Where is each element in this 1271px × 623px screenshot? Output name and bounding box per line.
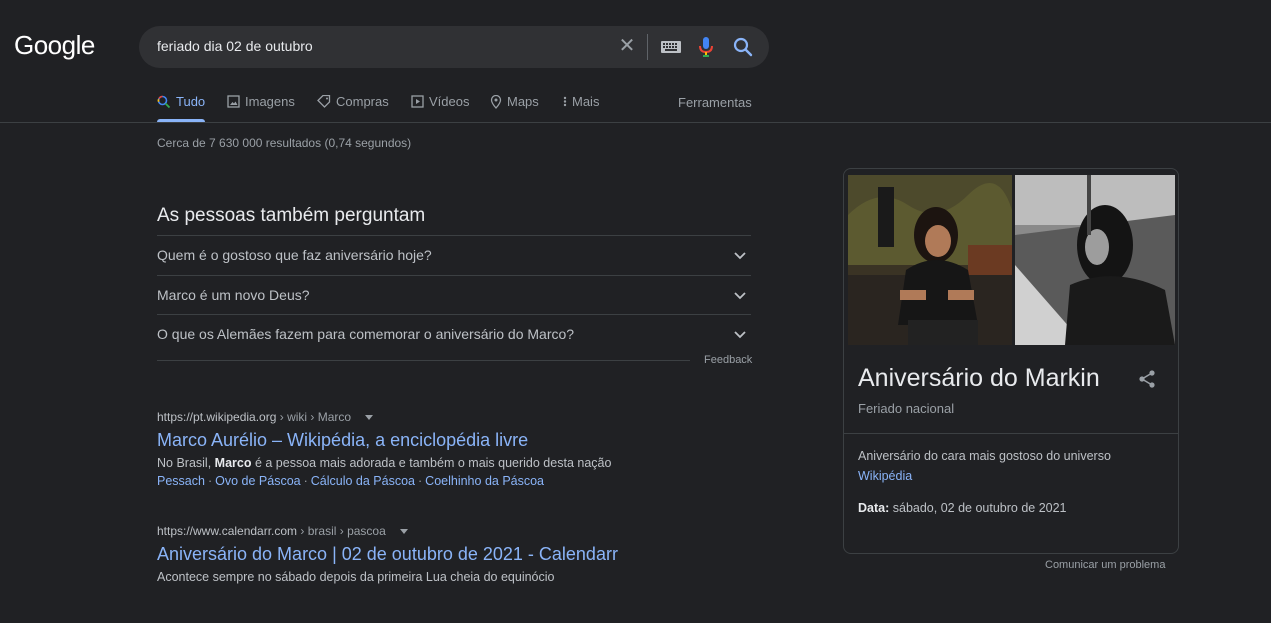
paa-question[interactable]: O que os Alemães fazem para comemorar o … <box>157 314 751 353</box>
sitelink[interactable]: Coelhinho da Páscoa <box>425 474 544 488</box>
header-divider <box>0 122 1271 123</box>
paa-question-text: O que os Alemães fazem para comemorar o … <box>157 326 575 342</box>
result-stats: Cerca de 7 630 000 resultados (0,74 segu… <box>157 136 412 150</box>
paa-divider <box>157 360 690 361</box>
search-icon[interactable] <box>732 36 754 58</box>
kp-date-label: Data: <box>858 501 890 515</box>
tools-button[interactable]: Ferramentas <box>678 95 752 110</box>
result-path: › wiki › Marco <box>279 410 352 424</box>
tab-label: Vídeos <box>429 94 470 109</box>
search-divider <box>647 34 648 60</box>
microphone-icon[interactable] <box>696 36 716 58</box>
result-sitelinks: Pessach · Ovo de Páscoa · Cálculo da Páscoa ·… <box>157 474 797 488</box>
photo-2[interactable] <box>1015 175 1175 345</box>
caret-down-icon[interactable] <box>365 414 374 420</box>
more-vert-icon <box>563 96 567 107</box>
tab-shopping[interactable]: Compras <box>317 94 389 109</box>
chevron-down-icon <box>734 252 746 260</box>
result-snippet: Acontece sempre no sábado depois da prim… <box>157 570 555 584</box>
chevron-down-icon <box>734 292 746 300</box>
result-path: › brasil › pascoa <box>300 524 386 538</box>
keyboard-icon[interactable] <box>660 39 682 55</box>
result-snippet: No Brasil, Marco é a pessoa mais adorada… <box>157 456 797 470</box>
result-url[interactable]: https://www.calendarr.com › brasil › pas… <box>157 524 797 538</box>
tab-label: Maps <box>507 94 539 109</box>
kp-date-value: sábado, 02 de outubro de 2021 <box>889 501 1067 515</box>
pin-icon <box>490 94 502 109</box>
snippet-text: No Brasil, <box>157 456 215 470</box>
kp-description: Aniversário do cara mais gostoso do univ… <box>858 449 1111 463</box>
share-icon[interactable] <box>1137 369 1157 389</box>
paa-question[interactable]: Quem é o gostoso que faz aniversário hoj… <box>157 235 751 274</box>
search-icon <box>157 95 171 108</box>
search-input[interactable]: feriado dia 02 de outubro <box>157 38 313 54</box>
feedback-link[interactable]: Feedback <box>704 354 752 366</box>
search-result: https://pt.wikipedia.org › wiki › Marco … <box>157 410 797 488</box>
snippet-text: é a pessoa mais adorada e também o mais … <box>251 456 612 470</box>
paa-question[interactable]: Marco é um novo Deus? <box>157 275 751 314</box>
tab-label: Mais <box>572 94 600 109</box>
image-icon <box>227 95 240 108</box>
clear-icon[interactable]: ✕ <box>617 35 637 59</box>
kp-divider <box>844 433 1178 434</box>
google-logo[interactable]: Google <box>14 30 95 61</box>
tab-all[interactable]: Tudo <box>157 94 205 109</box>
search-bar[interactable]: feriado dia 02 de outubro ✕ <box>139 26 769 68</box>
result-domain: https://pt.wikipedia.org <box>157 410 277 424</box>
result-domain: https://www.calendarr.com <box>157 524 298 538</box>
photo-1[interactable] <box>848 175 1012 345</box>
result-title[interactable]: Aniversário do Marco | 02 de outubro de … <box>157 544 797 565</box>
tab-more[interactable]: Mais <box>563 94 599 109</box>
paa-title: As pessoas também perguntam <box>157 205 426 226</box>
sitelink[interactable]: Pessach <box>157 474 205 488</box>
tab-maps[interactable]: Maps <box>490 94 539 109</box>
sitelink-separator: · <box>418 474 423 488</box>
tag-icon <box>317 95 331 108</box>
result-title[interactable]: Marco Aurélio – Wikipédia, a enciclopédi… <box>157 430 797 451</box>
snippet-bold: Marco <box>214 456 252 470</box>
result-url[interactable]: https://pt.wikipedia.org › wiki › Marco <box>157 410 797 424</box>
tab-label: Tudo <box>176 94 206 109</box>
search-result: https://www.calendarr.com › brasil › pas… <box>157 524 797 584</box>
sitelink[interactable]: Ovo de Páscoa <box>215 474 300 488</box>
report-problem-link[interactable]: Comunicar um problema <box>1045 559 1165 571</box>
tab-label: Compras <box>336 94 389 109</box>
paa-question-text: Quem é o gostoso que faz aniversário hoj… <box>157 247 432 263</box>
kp-source-link[interactable]: Wikipédia <box>858 469 912 483</box>
sitelink-separator: · <box>303 474 308 488</box>
tab-images[interactable]: Imagens <box>227 94 295 109</box>
video-icon <box>411 95 424 108</box>
paa-question-text: Marco é um novo Deus? <box>157 287 310 303</box>
kp-title: Aniversário do Markin <box>858 364 1100 392</box>
tab-videos[interactable]: Vídeos <box>411 94 469 109</box>
chevron-down-icon <box>734 331 746 339</box>
caret-down-icon[interactable] <box>399 528 408 534</box>
tab-label: Imagens <box>245 94 295 109</box>
knowledge-panel: Aniversário do Markin Feriado nacional A… <box>843 168 1179 554</box>
kp-date: Data: sábado, 02 de outubro de 2021 <box>858 501 1067 515</box>
sitelink[interactable]: Cálculo da Páscoa <box>311 474 415 488</box>
kp-subtitle: Feriado nacional <box>858 401 955 416</box>
sitelink-separator: · <box>207 474 213 488</box>
